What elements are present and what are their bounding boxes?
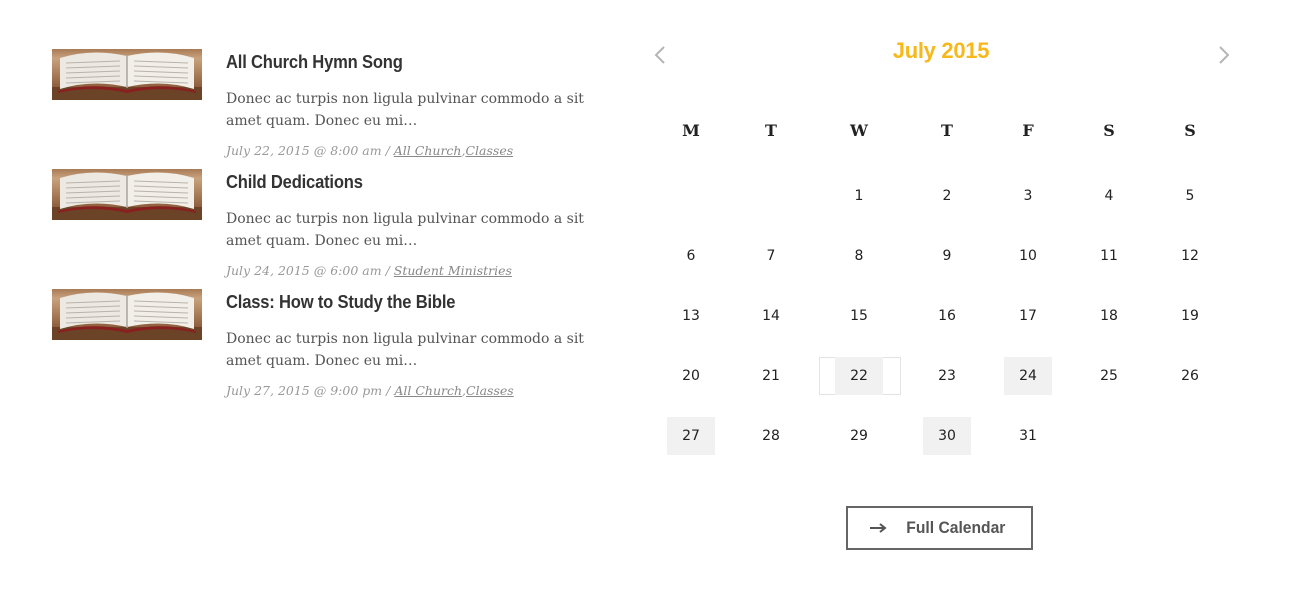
- calendar-day: 12: [1181, 248, 1199, 264]
- calendar-day: 2: [942, 188, 952, 204]
- event-thumbnail[interactable]: [52, 169, 202, 220]
- chevron-right-icon: [1219, 46, 1230, 64]
- event-category-link[interactable]: All Church: [394, 143, 462, 158]
- events-list: All Church Hymn Song Donec ac turpis non…: [52, 48, 592, 408]
- event-category-link[interactable]: Student Ministries: [394, 263, 512, 278]
- event-category-link[interactable]: Classes: [466, 383, 514, 398]
- event-item: Class: How to Study the Bible Donec ac t…: [52, 288, 592, 408]
- full-calendar-label: Full Calendar: [905, 518, 1006, 537]
- calendar-day: 15: [850, 308, 868, 324]
- meta-separator: /: [386, 383, 391, 398]
- calendar-day: 3: [1023, 188, 1033, 204]
- calendar-day-event[interactable]: 24: [988, 357, 1068, 395]
- event-categories: All Church,Classes: [393, 143, 514, 158]
- event-title[interactable]: Child Dedications: [226, 172, 566, 193]
- event-body: Class: How to Study the Bible Donec ac t…: [226, 288, 596, 398]
- calendar-day: 9: [942, 248, 952, 264]
- calendar-day: 16: [938, 308, 956, 324]
- calendar-day: 31: [1019, 428, 1037, 444]
- calendar-day: 13: [682, 308, 700, 324]
- calendar-day: 20: [682, 368, 700, 384]
- calendar-day: 26: [1181, 368, 1199, 384]
- calendar-day-event[interactable]: 22: [819, 357, 901, 395]
- weekday-header: M: [682, 121, 700, 140]
- event-datetime: July 22, 2015 @ 8:00 am: [226, 143, 382, 158]
- calendar-day: 6: [686, 248, 696, 264]
- calendar-widget: July 2015 M T W T F S S 1 2 3 4 5 6 7 8 9 10 11 12 13 14 15 16…: [648, 0, 1240, 591]
- calendar-day: 11: [1100, 248, 1118, 264]
- weekday-header: S: [1103, 121, 1115, 140]
- weekday-header: F: [1022, 121, 1034, 140]
- event-excerpt: Donec ac turpis non ligula pulvinar comm…: [226, 331, 584, 369]
- event-categories: Student Ministries: [394, 263, 512, 278]
- arrow-right-icon: [869, 523, 887, 533]
- event-excerpt: Donec ac turpis non ligula pulvinar comm…: [226, 211, 584, 249]
- event-category-link[interactable]: Classes: [465, 143, 513, 158]
- event-categories: All Church,Classes: [394, 383, 514, 398]
- calendar-day: 25: [1100, 368, 1118, 384]
- event-body: All Church Hymn Song Donec ac turpis non…: [226, 48, 596, 158]
- event-meta: July 27, 2015 @ 9:00 pm / All Church,Class…: [226, 383, 596, 398]
- event-meta: July 24, 2015 @ 6:00 am / Student Ministri…: [226, 263, 596, 278]
- event-excerpt: Donec ac turpis non ligula pulvinar comm…: [226, 91, 584, 129]
- event-title[interactable]: All Church Hymn Song: [226, 52, 566, 73]
- calendar-day: 14: [762, 308, 780, 324]
- calendar-day: 17: [1019, 308, 1037, 324]
- event-datetime: July 24, 2015 @ 6:00 am: [226, 263, 382, 278]
- event-datetime: July 27, 2015 @ 9:00 pm: [226, 383, 383, 398]
- event-body: Child Dedications Donec ac turpis non li…: [226, 168, 596, 278]
- weekday-header: T: [941, 121, 953, 140]
- calendar-day: 7: [766, 248, 776, 264]
- event-thumbnail[interactable]: [52, 289, 202, 340]
- event-thumbnail[interactable]: [52, 49, 202, 100]
- event-item: All Church Hymn Song Donec ac turpis non…: [52, 48, 592, 168]
- calendar-day: 8: [854, 248, 864, 264]
- calendar-day: 23: [938, 368, 956, 384]
- calendar-day-event[interactable]: 30: [907, 417, 987, 455]
- weekday-header: S: [1184, 121, 1196, 140]
- calendar-day: 5: [1185, 188, 1195, 204]
- calendar-day: 4: [1104, 188, 1114, 204]
- calendar-month-title: July 2015: [892, 38, 990, 63]
- meta-separator: /: [385, 263, 390, 278]
- next-month-button[interactable]: [1214, 44, 1234, 66]
- event-meta: July 22, 2015 @ 8:00 am / All Church,Class…: [226, 143, 596, 158]
- weekday-header: T: [765, 121, 777, 140]
- event-item: Child Dedications Donec ac turpis non li…: [52, 168, 592, 288]
- meta-separator: /: [385, 143, 390, 158]
- calendar-day: 10: [1019, 248, 1037, 264]
- calendar-day: 28: [762, 428, 780, 444]
- calendar-day: 19: [1181, 308, 1199, 324]
- calendar-day-event[interactable]: 27: [651, 417, 731, 455]
- calendar-day: 29: [850, 428, 868, 444]
- weekday-header: W: [850, 121, 868, 140]
- event-category-link[interactable]: All Church: [394, 383, 462, 398]
- event-title[interactable]: Class: How to Study the Bible: [226, 292, 566, 313]
- calendar-day: 21: [762, 368, 780, 384]
- calendar-day: 18: [1100, 308, 1118, 324]
- full-calendar-button[interactable]: Full Calendar: [846, 506, 1033, 550]
- calendar-day: 1: [854, 188, 864, 204]
